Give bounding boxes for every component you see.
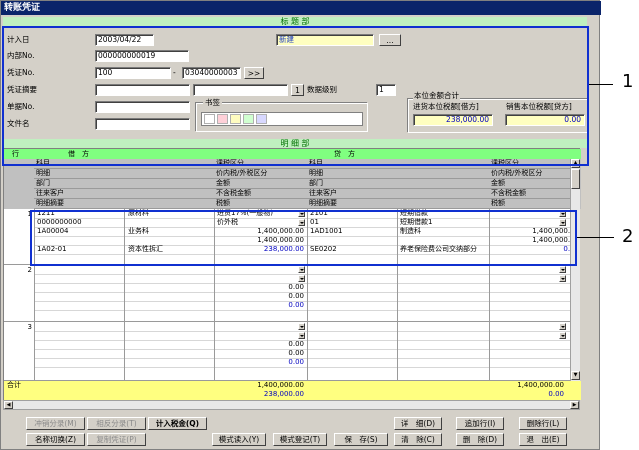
total-debit-tax: 238,000.00 xyxy=(263,390,304,398)
grid-subheader-cell: 税额 xyxy=(216,199,230,207)
debit-amount[interactable]: 0.00 xyxy=(216,283,304,292)
grid-subheader-cell: 价内税/外税区分 xyxy=(491,169,543,177)
row-number: 2 xyxy=(27,266,32,274)
grid-subheader-cell: 不含税金额 xyxy=(491,189,526,197)
grid-subheader-cell: 往来客户 xyxy=(36,189,64,197)
callout-line-2 xyxy=(577,237,614,238)
grid-line xyxy=(34,178,570,179)
grid-subheader-cell: 部门 xyxy=(36,179,50,187)
total-credit-amount: 1,400,000.00 xyxy=(517,381,564,389)
detail-button[interactable]: 详 细(D) xyxy=(394,417,442,430)
pattern-register-button[interactable]: 模式登记(T) xyxy=(273,433,327,446)
grid-subheader-cell: 往来客户 xyxy=(309,189,337,197)
detail-grid: 行 借 方 贷 方 科目 课税区分 科目 课税区分 明细 价内税/外税区分 明细 价内税/外税… xyxy=(3,148,581,400)
chevron-down-icon[interactable] xyxy=(559,266,566,273)
scroll-right-icon[interactable]: ▶ xyxy=(570,401,579,409)
grid-total-row: 合计 1,400,000.00 238,000.00 1,400,000.00 … xyxy=(4,381,581,400)
reverse-entry-button[interactable]: 相反分录(T) xyxy=(87,417,146,430)
grid-subheader-cell: 金额 xyxy=(491,179,505,187)
row-number: 3 xyxy=(27,323,32,331)
clear-button[interactable]: 清 除(C) xyxy=(394,433,442,446)
total-label: 合计 xyxy=(7,381,21,389)
chevron-down-icon[interactable] xyxy=(298,266,305,273)
grid-line xyxy=(34,168,570,169)
chevron-down-icon[interactable] xyxy=(298,323,305,330)
grid-subheader-cell: 价内税/外税区分 xyxy=(216,169,268,177)
exit-button[interactable]: 退 出(E) xyxy=(519,433,567,446)
grid-line xyxy=(34,310,570,311)
copy-voucher-button[interactable]: 复制凭证(P) xyxy=(87,433,146,446)
grid-subheader-cell: 明细摘要 xyxy=(309,199,337,207)
rename-toggle-button[interactable]: 名称切换(Z) xyxy=(26,433,85,446)
chevron-down-icon[interactable] xyxy=(559,332,566,339)
debit-amount[interactable]: 0.00 xyxy=(216,340,304,349)
grid-subheader-cell: 部门 xyxy=(309,179,323,187)
offset-entry-button[interactable]: 冲销分录(M) xyxy=(26,417,85,430)
grid-line xyxy=(4,321,570,322)
grid-line xyxy=(34,188,570,189)
add-tax-button[interactable]: 计入税金(Q) xyxy=(148,417,207,430)
scroll-thumb[interactable] xyxy=(571,169,580,189)
callout-number-1: 1 xyxy=(622,71,634,92)
row-number: 1 xyxy=(27,210,32,218)
grid-subheader-cell: 明细摘要 xyxy=(36,199,64,207)
window-title: 转账凭证 xyxy=(1,1,601,15)
debit-tax-amount[interactable]: 0.00 xyxy=(216,358,304,367)
grid-subheader-cell: 明细 xyxy=(309,169,323,177)
delete-button[interactable]: 删 除(D) xyxy=(456,433,504,446)
chevron-down-icon[interactable] xyxy=(559,275,566,282)
grid-horizontal-scrollbar[interactable]: ◀ ▶ xyxy=(3,400,580,410)
add-row-button[interactable]: 追加行(I) xyxy=(456,417,504,430)
debit-excl-tax[interactable]: 0.00 xyxy=(216,292,304,301)
chevron-down-icon[interactable] xyxy=(298,332,305,339)
pattern-read-button[interactable]: 模式读入(Y) xyxy=(212,433,266,446)
callout-box-2 xyxy=(30,210,577,266)
grid-subheader-cell: 不含税金额 xyxy=(216,189,251,197)
callout-box-1 xyxy=(2,26,589,166)
total-debit-amount: 1,400,000.00 xyxy=(257,381,304,389)
scroll-down-icon[interactable]: ▼ xyxy=(571,371,580,380)
grid-line xyxy=(34,367,570,368)
debit-excl-tax[interactable]: 0.00 xyxy=(216,349,304,358)
chevron-down-icon[interactable] xyxy=(298,275,305,282)
total-credit-tax: 0.00 xyxy=(548,390,564,398)
save-button[interactable]: 保 存(S) xyxy=(334,433,388,446)
grid-subheader-cell: 金额 xyxy=(216,179,230,187)
debit-tax-amount[interactable]: 0.00 xyxy=(216,301,304,310)
grid-line xyxy=(34,198,570,199)
grid-vertical-scrollbar[interactable]: ▲ ▼ xyxy=(570,159,580,381)
grid-subheader-cell: 税额 xyxy=(491,199,505,207)
callout-number-2: 2 xyxy=(622,226,634,247)
grid-subheader: 科目 课税区分 科目 课税区分 明细 价内税/外税区分 明细 价内税/外税区分 部门 金额 部门 金额… xyxy=(4,159,581,209)
callout-line-1 xyxy=(589,84,613,85)
grid-subheader-cell: 明细 xyxy=(36,169,50,177)
chevron-down-icon[interactable] xyxy=(559,323,566,330)
scroll-left-icon[interactable]: ◀ xyxy=(4,401,13,409)
delete-row-button[interactable]: 删除行(L) xyxy=(519,417,567,430)
